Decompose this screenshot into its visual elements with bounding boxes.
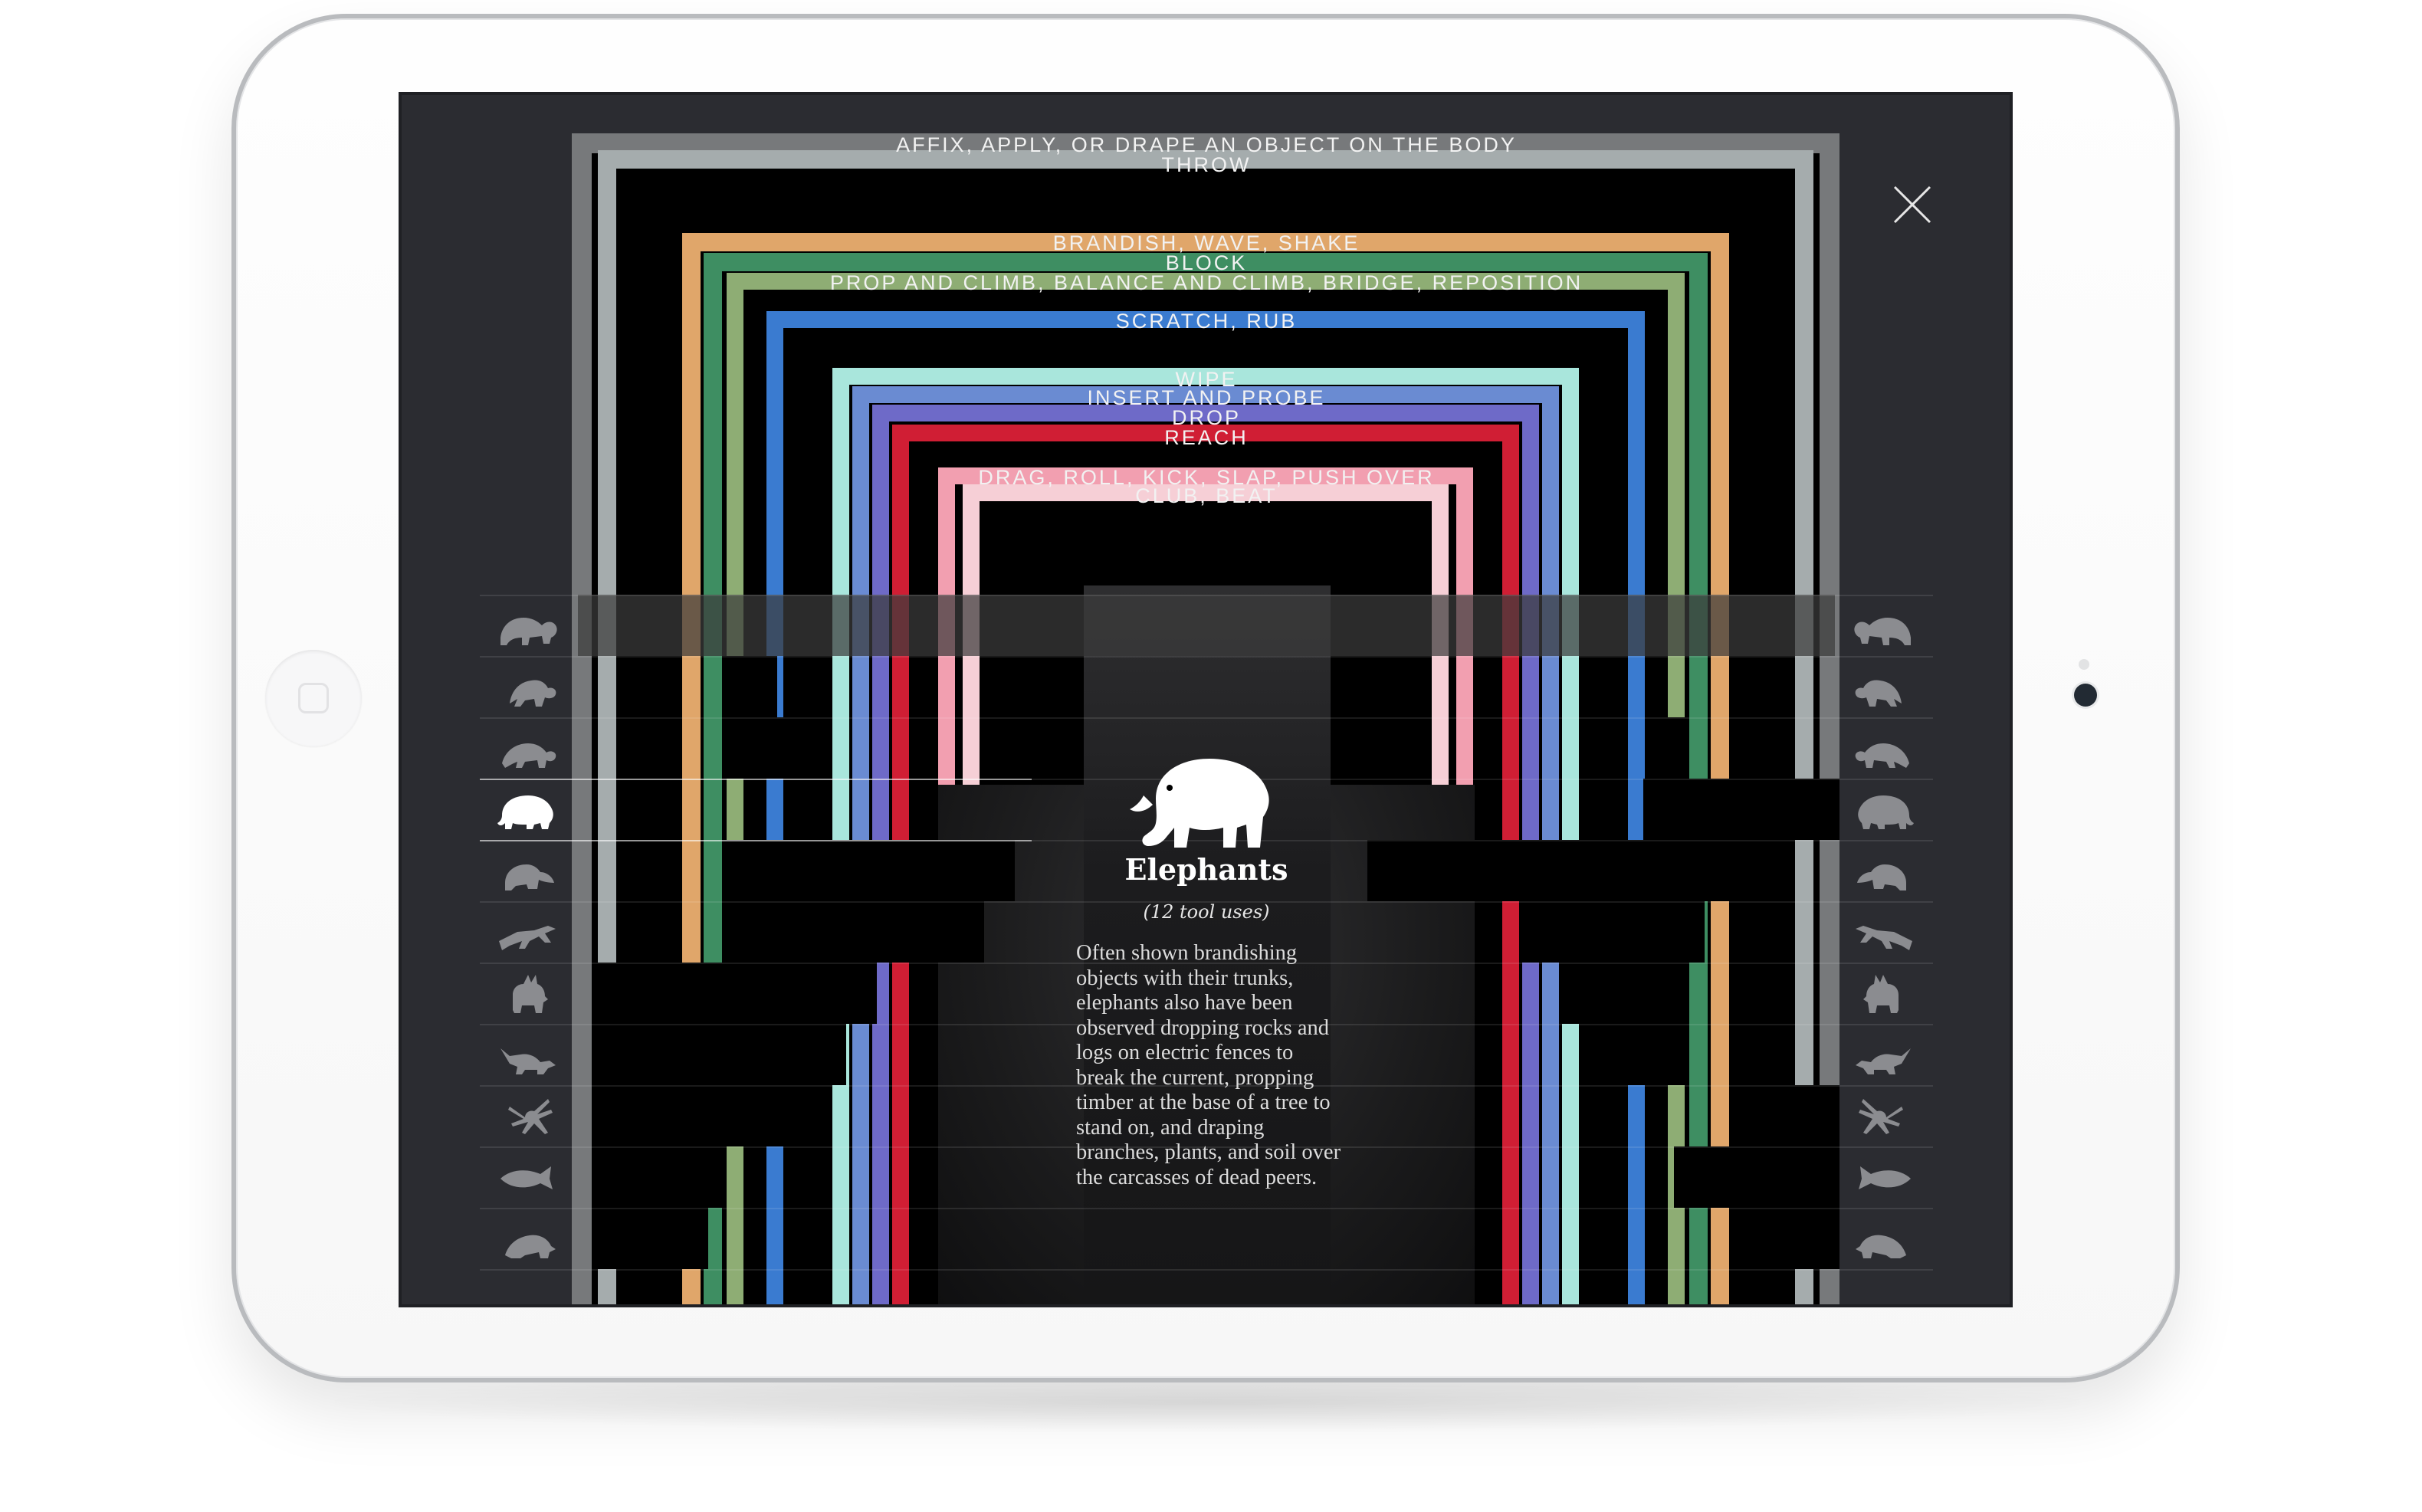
baboons-icon-glyph — [1855, 680, 1902, 707]
frame-label-scratch[interactable]: SCRATCH, RUB — [578, 311, 1835, 332]
crabs-icon-glyph — [1856, 1048, 1911, 1074]
insects-icon-glyph — [499, 926, 556, 950]
home-button-icon — [298, 683, 329, 713]
deer-icon[interactable] — [480, 963, 575, 1024]
monkeys-icon-glyph — [502, 743, 556, 768]
birds-icon[interactable] — [1836, 717, 1931, 779]
bears-icon-glyph — [1857, 864, 1906, 890]
deer-icon-glyph — [513, 975, 548, 1013]
birds-icon-glyph — [1855, 743, 1909, 768]
row-divider — [480, 656, 1933, 658]
close-icon[interactable] — [1892, 184, 1933, 225]
frogs-icon[interactable] — [480, 1208, 575, 1269]
chimpanzees-icon[interactable] — [480, 656, 575, 717]
octopus-icon-glyph — [1863, 975, 1899, 1013]
left-occlusion-9 — [598, 1085, 800, 1146]
rodents-icon[interactable] — [1836, 1085, 1931, 1146]
left-occlusion-7 — [598, 963, 877, 1024]
animal-title: Elephants — [1124, 852, 1288, 887]
right-occlusion-4 — [1643, 779, 1839, 840]
orangutans-icon-glyph — [500, 618, 557, 645]
crocodiles-icon-glyph — [1859, 1166, 1911, 1189]
lemurs-icon-glyph — [500, 1048, 556, 1074]
right-occlusion-6 — [1521, 901, 1705, 963]
lemurs-icon[interactable] — [480, 1024, 575, 1085]
octopus-icon[interactable] — [1836, 963, 1931, 1024]
left-occlusion-5 — [725, 840, 1015, 901]
frame-label-club[interactable]: CLUB, BEAT — [578, 486, 1835, 507]
row-divider — [480, 717, 1933, 719]
frogs-icon-glyph — [505, 1235, 556, 1258]
left-occlusion-3 — [725, 717, 800, 779]
right-occlusion-7 — [1559, 963, 1689, 1024]
spiders-icon-glyph — [508, 1099, 553, 1134]
tool-use-count: (12 tool uses) — [1143, 901, 1270, 923]
left-occlusion-6 — [725, 901, 984, 963]
urchins-icon-glyph — [1856, 1235, 1906, 1258]
left-occlusion-11 — [598, 1208, 708, 1269]
left-occlusion-2 — [725, 656, 777, 717]
frame-label-affix[interactable]: AFFIX, APPLY, OR DRAPE AN OBJECT ON THE … — [578, 135, 1835, 156]
light-sensor — [2079, 659, 2089, 670]
right-occlusion-11 — [1735, 1208, 1839, 1269]
frame-label-reach[interactable]: REACH — [578, 428, 1835, 448]
elephants-icon[interactable] — [480, 779, 575, 840]
frame-label-drop[interactable]: DROP — [578, 408, 1835, 428]
frame-label-throw[interactable]: THROW — [578, 155, 1835, 175]
frame-label-insert[interactable]: INSERT AND PROBE — [578, 388, 1835, 408]
right-occlusion-3 — [1659, 717, 1686, 779]
otters-icon-glyph — [1858, 795, 1914, 829]
spiders-icon[interactable] — [480, 1085, 575, 1146]
right-occlusion-8 — [1613, 1024, 1686, 1085]
row-divider — [480, 595, 1933, 596]
fish-icon-glyph — [500, 1166, 553, 1189]
home-button[interactable] — [265, 650, 362, 746]
left-animal-list — [480, 595, 575, 1304]
crocodiles-icon[interactable] — [1836, 1146, 1931, 1208]
right-animal-list — [1836, 595, 1931, 1304]
bears-icon[interactable] — [1836, 840, 1931, 901]
band-top-shade — [578, 595, 1835, 656]
frame-label-brandish[interactable]: BRANDISH, WAVE, SHAKE — [578, 233, 1835, 254]
rodents-icon-glyph — [1859, 1099, 1903, 1134]
gorillas-icon[interactable] — [1836, 595, 1931, 656]
right-occlusion-10 — [1674, 1146, 1839, 1208]
app-screen: AFFIX, APPLY, OR DRAPE AN OBJECT ON THE … — [402, 95, 2010, 1304]
otters-icon[interactable] — [1836, 779, 1931, 840]
row-divider — [480, 1208, 1933, 1209]
chimpanzees-icon-glyph — [510, 680, 556, 707]
orangutans-icon[interactable] — [480, 595, 575, 656]
elephants-icon-glyph — [497, 795, 553, 829]
monkeys-icon[interactable] — [480, 717, 575, 779]
right-occlusion-5 — [1367, 840, 1789, 901]
animal-description: Often shown brandishing objects with the… — [1076, 941, 1341, 1189]
beavers-icon[interactable] — [480, 840, 575, 901]
right-occlusion-9 — [1735, 1085, 1839, 1146]
gorillas-icon-glyph — [1854, 618, 1911, 645]
row-divider — [480, 1269, 1933, 1271]
frame-label-block[interactable]: BLOCK — [578, 253, 1835, 274]
front-camera — [2074, 684, 2097, 707]
insects-icon[interactable] — [480, 901, 575, 963]
elephant-icon — [1130, 759, 1269, 848]
dolphins-icon-glyph — [1856, 926, 1912, 950]
beavers-icon-glyph — [505, 864, 554, 890]
crabs-icon[interactable] — [1836, 1024, 1931, 1085]
fish-icon[interactable] — [480, 1146, 575, 1208]
left-occlusion-10 — [598, 1146, 724, 1208]
baboons-icon[interactable] — [1836, 656, 1931, 717]
left-occlusion-8 — [598, 1024, 846, 1085]
frame-label-prop[interactable]: PROP AND CLIMB, BALANCE AND CLIMB, BRIDG… — [578, 273, 1835, 294]
dolphins-icon[interactable] — [1836, 901, 1931, 963]
urchins-icon[interactable] — [1836, 1208, 1931, 1269]
